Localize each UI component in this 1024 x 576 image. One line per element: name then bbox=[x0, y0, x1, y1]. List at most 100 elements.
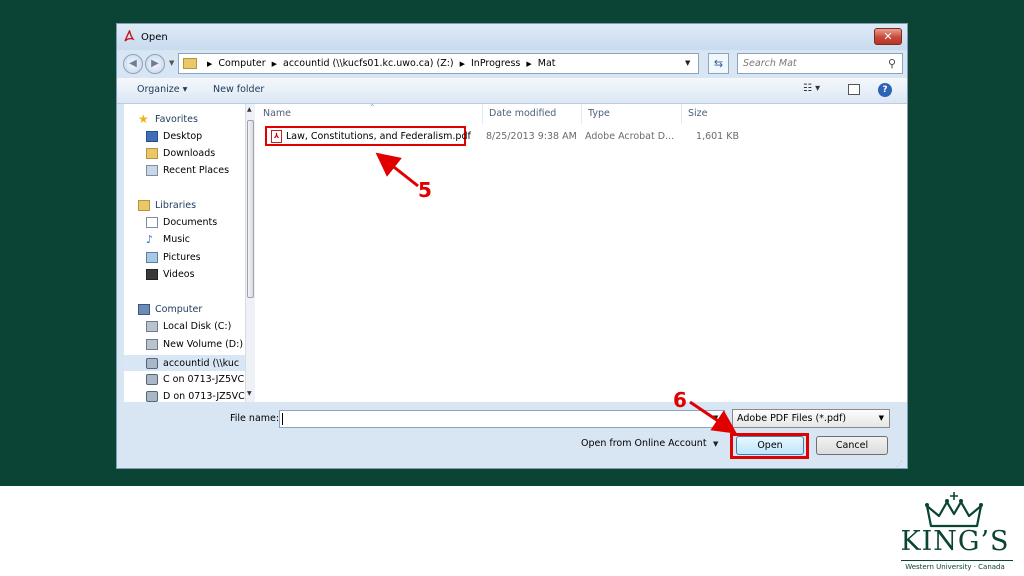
nav-item-label: New Volume (D:) bbox=[163, 339, 244, 350]
chevron-down-icon: ▼ bbox=[878, 414, 884, 422]
scrollbar-thumb[interactable] bbox=[247, 120, 254, 298]
refresh-button[interactable]: ⇆ bbox=[708, 53, 729, 74]
help-icon[interactable]: ? bbox=[878, 83, 892, 97]
nav-favorites-label: Favorites bbox=[155, 114, 198, 125]
breadcrumb-drive[interactable]: accountid (\\kucfs01.kc.uwo.ca) (Z:) bbox=[283, 58, 454, 69]
resize-grip-icon[interactable]: ⋰ bbox=[896, 460, 903, 468]
organize-button[interactable]: Organize ▾ bbox=[137, 84, 187, 95]
nav-item-pictures[interactable]: Pictures bbox=[146, 252, 201, 263]
search-input[interactable]: Search Mat ⚲ bbox=[737, 53, 903, 74]
nav-item-label: Recent Places bbox=[163, 165, 230, 176]
cancel-button[interactable]: Cancel bbox=[816, 436, 888, 455]
open-from-online-account[interactable]: Open from Online Account bbox=[581, 438, 707, 449]
downloads-icon bbox=[146, 148, 158, 159]
scroll-down-icon[interactable]: ▼ bbox=[247, 390, 252, 397]
nav-scrollbar[interactable]: ▲ ▼ bbox=[245, 104, 255, 402]
dialog-title: Open bbox=[141, 32, 168, 43]
file-type-select[interactable]: Adobe PDF Files (*.pdf) ▼ bbox=[732, 409, 890, 428]
scroll-up-icon[interactable]: ▲ bbox=[247, 106, 252, 113]
nav-item-new-volume-d[interactable]: New Volume (D:) bbox=[146, 339, 243, 350]
network-drive-icon bbox=[146, 357, 158, 369]
breadcrumb-computer[interactable]: Computer bbox=[218, 58, 265, 69]
column-header-size[interactable]: Size bbox=[682, 104, 742, 124]
nav-item-label: Downloads bbox=[163, 148, 216, 159]
acrobat-icon bbox=[124, 30, 135, 42]
online-account-dropdown-icon[interactable]: ▼ bbox=[713, 440, 718, 448]
column-header-name[interactable]: ⌃ Name bbox=[257, 103, 483, 124]
nav-item-recent-places[interactable]: Recent Places bbox=[146, 165, 229, 176]
file-type: Adobe Acrobat D... bbox=[585, 131, 675, 142]
logo-wordmark: KING’S bbox=[900, 526, 1010, 557]
nav-item-label: Desktop bbox=[163, 131, 203, 142]
nav-favorites[interactable]: ★ Favorites bbox=[138, 112, 198, 126]
file-name-dropdown-icon[interactable]: ▼ bbox=[713, 414, 718, 422]
new-folder-button[interactable]: New folder bbox=[213, 84, 264, 95]
breadcrumb-separator-icon: ▶ bbox=[271, 59, 278, 68]
file-name-label: File name: bbox=[230, 413, 280, 424]
breadcrumb-mat[interactable]: Mat bbox=[538, 58, 556, 69]
nav-item-c-on-0713[interactable]: C on 0713-JZ5VC bbox=[146, 374, 244, 385]
crown-icon bbox=[925, 492, 983, 528]
dialog-titlebar: Open ✕ bbox=[117, 24, 907, 50]
address-dropdown-icon[interactable]: ▼ bbox=[685, 59, 690, 67]
pictures-icon bbox=[146, 252, 158, 263]
open-button[interactable]: Open bbox=[736, 436, 804, 455]
computer-icon bbox=[138, 304, 150, 315]
change-view-icon[interactable]: ☷ ▾ bbox=[803, 83, 820, 94]
navigation-bar: ◀ ▶ ▼ ▶ Computer ▶ accountid (\\kucfs01.… bbox=[117, 50, 907, 78]
nav-item-label: D on 0713-JZ5VC bbox=[163, 391, 245, 402]
star-icon: ★ bbox=[138, 112, 149, 126]
nav-computer[interactable]: Computer bbox=[138, 304, 202, 315]
nav-item-local-disk-c[interactable]: Local Disk (C:) bbox=[146, 321, 231, 332]
nav-item-desktop[interactable]: Desktop bbox=[146, 131, 202, 142]
file-name-input[interactable]: ▼ bbox=[279, 410, 725, 428]
nav-libraries[interactable]: Libraries bbox=[138, 200, 196, 211]
folder-icon bbox=[183, 58, 197, 69]
search-icon[interactable]: ⚲ bbox=[888, 57, 896, 70]
column-header-type[interactable]: Type bbox=[582, 104, 682, 124]
nav-item-videos[interactable]: Videos bbox=[146, 269, 195, 280]
nav-item-label: accountid (\\kuc bbox=[163, 357, 240, 369]
step-5-label: 5 bbox=[418, 178, 432, 202]
forward-button[interactable]: ▶ bbox=[145, 54, 165, 74]
nav-item-label: Pictures bbox=[163, 252, 201, 263]
drive-icon bbox=[146, 339, 158, 350]
breadcrumb-separator-icon: ▶ bbox=[207, 59, 213, 68]
music-icon: ♪ bbox=[146, 233, 154, 246]
file-name-highlighted[interactable]: ⅄ Law, Constitutions, and Federalism.pdf bbox=[265, 126, 471, 146]
preview-pane-icon[interactable] bbox=[848, 84, 860, 95]
nav-item-label: Videos bbox=[163, 269, 195, 280]
nav-item-label: Music bbox=[163, 234, 191, 245]
close-button[interactable]: ✕ bbox=[874, 28, 902, 45]
network-drive-icon bbox=[146, 391, 158, 402]
column-header-date[interactable]: Date modified bbox=[483, 104, 582, 124]
history-dropdown-icon[interactable]: ▼ bbox=[169, 59, 174, 67]
dialog-footer: File name: ▼ Adobe PDF Files (*.pdf) ▼ O… bbox=[117, 403, 907, 469]
nav-item-accountid-drive[interactable]: accountid (\\kuc bbox=[124, 355, 245, 371]
address-bar[interactable]: ▶ Computer ▶ accountid (\\kucfs01.kc.uwo… bbox=[178, 53, 699, 74]
nav-item-documents[interactable]: Documents bbox=[146, 217, 217, 228]
nav-item-label: C on 0713-JZ5VC bbox=[163, 374, 245, 385]
file-row[interactable]: ⅄ Law, Constitutions, and Federalism.pdf… bbox=[255, 126, 907, 146]
file-date-modified: 8/25/2013 9:38 AM bbox=[486, 131, 577, 142]
navigation-pane: ★ Favorites Desktop Downloads Recent Pla… bbox=[124, 104, 245, 402]
file-list: ⌃ Name Date modified Type Size ⅄ Law, Co… bbox=[255, 103, 907, 402]
kings-logo: KING’S Western University · Canada bbox=[887, 490, 1023, 574]
back-button[interactable]: ◀ bbox=[123, 54, 143, 74]
network-drive-icon bbox=[146, 374, 158, 385]
nav-computer-label: Computer bbox=[155, 304, 203, 315]
logo-tagline: Western University · Canada bbox=[905, 563, 1005, 571]
nav-item-label: Local Disk (C:) bbox=[163, 321, 232, 332]
breadcrumb: ▶ Computer ▶ accountid (\\kucfs01.kc.uwo… bbox=[201, 54, 556, 73]
documents-icon bbox=[146, 217, 158, 228]
nav-item-music[interactable]: ♪ Music bbox=[146, 234, 190, 245]
pdf-file-icon: ⅄ bbox=[271, 129, 282, 143]
column-header-label: Name bbox=[263, 108, 292, 119]
logo-divider bbox=[901, 560, 1013, 561]
text-caret bbox=[282, 413, 283, 425]
file-type-select-value: Adobe PDF Files (*.pdf) bbox=[737, 413, 847, 424]
nav-item-downloads[interactable]: Downloads bbox=[146, 148, 215, 159]
recent-places-icon bbox=[146, 165, 158, 176]
breadcrumb-inprogress[interactable]: InProgress bbox=[471, 58, 520, 69]
nav-item-d-on-0713[interactable]: D on 0713-JZ5VC bbox=[146, 391, 245, 402]
